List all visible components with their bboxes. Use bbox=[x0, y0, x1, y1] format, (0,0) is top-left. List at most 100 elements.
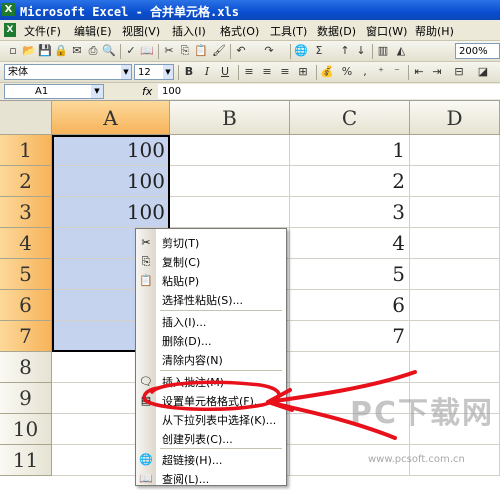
copy-toolbar-icon[interactable]: ⎘ bbox=[178, 44, 192, 58]
context-menu-item-cut[interactable]: ✂ 剪切(T) bbox=[136, 234, 286, 253]
increase-indent-icon[interactable]: ⇥ bbox=[430, 65, 444, 79]
cell-c5[interactable]: 5 bbox=[290, 259, 410, 290]
sort-descending-icon[interactable]: ↓ bbox=[354, 44, 368, 58]
cell-c1[interactable]: 1 bbox=[290, 135, 410, 166]
cell-d5[interactable] bbox=[410, 259, 500, 290]
context-menu-item-lookup[interactable]: 📖 查阅(L)... bbox=[136, 470, 286, 489]
menu-data[interactable]: 数据(D) bbox=[317, 23, 356, 39]
row-header-6[interactable]: 6 bbox=[0, 290, 52, 321]
percent-button[interactable]: % bbox=[340, 65, 354, 79]
print-preview-icon[interactable]: 🔍 bbox=[102, 44, 116, 58]
sort-ascending-icon[interactable]: ↑ bbox=[338, 44, 352, 58]
name-box[interactable]: A1 ▼ bbox=[4, 84, 104, 99]
cell-d4[interactable] bbox=[410, 228, 500, 259]
menu-file[interactable]: 文件(F) bbox=[24, 23, 61, 39]
cell-d10[interactable] bbox=[410, 414, 500, 445]
autosum-icon[interactable]: Σ bbox=[312, 44, 326, 58]
row-header-10[interactable]: 10 bbox=[0, 414, 52, 445]
cell-a2[interactable]: 100 bbox=[52, 166, 170, 197]
spelling-icon[interactable]: ✓ bbox=[124, 44, 138, 58]
research-toolbar-icon[interactable]: 📖 bbox=[140, 44, 154, 58]
context-menu-item-paste-special[interactable]: 选择性粘贴(S)... bbox=[136, 291, 286, 310]
cell-d9[interactable] bbox=[410, 383, 500, 414]
cell-d1[interactable] bbox=[410, 135, 500, 166]
column-header-b[interactable]: B bbox=[170, 101, 290, 135]
menu-window[interactable]: 窗口(W) bbox=[366, 23, 407, 39]
excel-app-icon[interactable]: X bbox=[2, 3, 15, 16]
context-menu-item-insert-comment[interactable]: 🗨 插入批注(M) bbox=[136, 373, 286, 392]
row-header-9[interactable]: 9 bbox=[0, 383, 52, 414]
menu-view[interactable]: 视图(V) bbox=[122, 23, 160, 39]
cell-b2[interactable] bbox=[170, 166, 290, 197]
cell-d7[interactable] bbox=[410, 321, 500, 352]
bold-button[interactable]: B bbox=[182, 65, 196, 79]
row-header-11[interactable]: 11 bbox=[0, 445, 52, 476]
redo-icon[interactable]: ↷ bbox=[262, 44, 276, 58]
cell-b1[interactable] bbox=[170, 135, 290, 166]
font-name-select[interactable]: 宋体 ▼ bbox=[4, 64, 132, 80]
row-header-8[interactable]: 8 bbox=[0, 352, 52, 383]
increase-decimal-icon[interactable]: ⁺ bbox=[374, 65, 388, 79]
cell-c3[interactable]: 3 bbox=[290, 197, 410, 228]
formula-input[interactable]: 100 bbox=[158, 84, 500, 99]
select-all-corner[interactable] bbox=[0, 101, 52, 135]
chevron-down-icon[interactable]: ▼ bbox=[121, 65, 131, 79]
undo-icon[interactable]: ↶ bbox=[234, 44, 248, 58]
permission-icon[interactable]: 🔒 bbox=[54, 44, 68, 58]
workbook-icon[interactable]: X bbox=[4, 23, 16, 37]
font-size-select[interactable]: 12 ▼ bbox=[134, 64, 174, 80]
chevron-down-icon[interactable]: ▼ bbox=[163, 65, 173, 79]
cell-a3[interactable]: 100 bbox=[52, 197, 170, 228]
cell-d3[interactable] bbox=[410, 197, 500, 228]
align-center-icon[interactable]: ≡ bbox=[260, 65, 274, 79]
row-header-5[interactable]: 5 bbox=[0, 259, 52, 290]
underline-button[interactable]: U bbox=[218, 65, 232, 79]
decrease-decimal-icon[interactable]: ⁻ bbox=[390, 65, 404, 79]
hyperlink-toolbar-icon[interactable]: 🌐 bbox=[294, 44, 308, 58]
email-icon[interactable]: ✉ bbox=[70, 44, 84, 58]
cell-d8[interactable] bbox=[410, 352, 500, 383]
column-header-a[interactable]: A bbox=[52, 101, 170, 135]
context-menu-item-format-cells[interactable]: ▤ 设置单元格格式(F)... bbox=[136, 392, 286, 411]
chart-wizard-icon[interactable]: ▥ bbox=[376, 44, 390, 58]
merge-center-icon[interactable]: ⊞ bbox=[296, 65, 310, 79]
borders-icon[interactable]: ⊟ bbox=[452, 65, 466, 79]
align-right-icon[interactable]: ≡ bbox=[278, 65, 292, 79]
cell-d6[interactable] bbox=[410, 290, 500, 321]
menu-help[interactable]: 帮助(H) bbox=[415, 23, 454, 39]
cell-c8[interactable] bbox=[290, 352, 410, 383]
fill-color-icon[interactable]: ◪ bbox=[476, 65, 490, 79]
paste-toolbar-icon[interactable]: 📋 bbox=[194, 44, 208, 58]
context-menu-item-paste[interactable]: 📋 粘贴(P) bbox=[136, 272, 286, 291]
print-icon[interactable]: ⎙ bbox=[86, 44, 100, 58]
context-menu-item-copy[interactable]: ⎘ 复制(C) bbox=[136, 253, 286, 272]
context-menu-item-insert[interactable]: 插入(I)... bbox=[136, 313, 286, 332]
open-icon[interactable]: 📂 bbox=[22, 44, 36, 58]
insert-function-icon[interactable]: fx bbox=[142, 85, 152, 98]
cell-c4[interactable]: 4 bbox=[290, 228, 410, 259]
comma-button[interactable]: , bbox=[358, 65, 372, 79]
new-icon[interactable]: ▫ bbox=[6, 44, 20, 58]
context-menu-item-create-list[interactable]: 创建列表(C)... bbox=[136, 430, 286, 449]
cell-c9[interactable] bbox=[290, 383, 410, 414]
italic-button[interactable]: I bbox=[200, 65, 214, 79]
menu-format[interactable]: 格式(O) bbox=[220, 23, 259, 39]
row-header-2[interactable]: 2 bbox=[0, 166, 52, 197]
align-left-icon[interactable]: ≡ bbox=[242, 65, 256, 79]
row-header-7[interactable]: 7 bbox=[0, 321, 52, 352]
format-painter-icon[interactable]: 🖌 bbox=[212, 44, 226, 58]
row-header-1[interactable]: 1 bbox=[0, 135, 52, 166]
cell-c2[interactable]: 2 bbox=[290, 166, 410, 197]
cell-d2[interactable] bbox=[410, 166, 500, 197]
cell-c10[interactable] bbox=[290, 414, 410, 445]
cell-b3[interactable] bbox=[170, 197, 290, 228]
menu-tools[interactable]: 工具(T) bbox=[270, 23, 307, 39]
row-header-4[interactable]: 4 bbox=[0, 228, 52, 259]
currency-icon[interactable]: 💰 bbox=[320, 65, 334, 79]
cell-d11[interactable] bbox=[410, 445, 500, 476]
cell-c6[interactable]: 6 bbox=[290, 290, 410, 321]
cell-c7[interactable]: 7 bbox=[290, 321, 410, 352]
cell-c11[interactable] bbox=[290, 445, 410, 476]
context-menu-item-hyperlink[interactable]: 🌐 超链接(H)... bbox=[136, 451, 286, 470]
context-menu-item-delete[interactable]: 删除(D)... bbox=[136, 332, 286, 351]
